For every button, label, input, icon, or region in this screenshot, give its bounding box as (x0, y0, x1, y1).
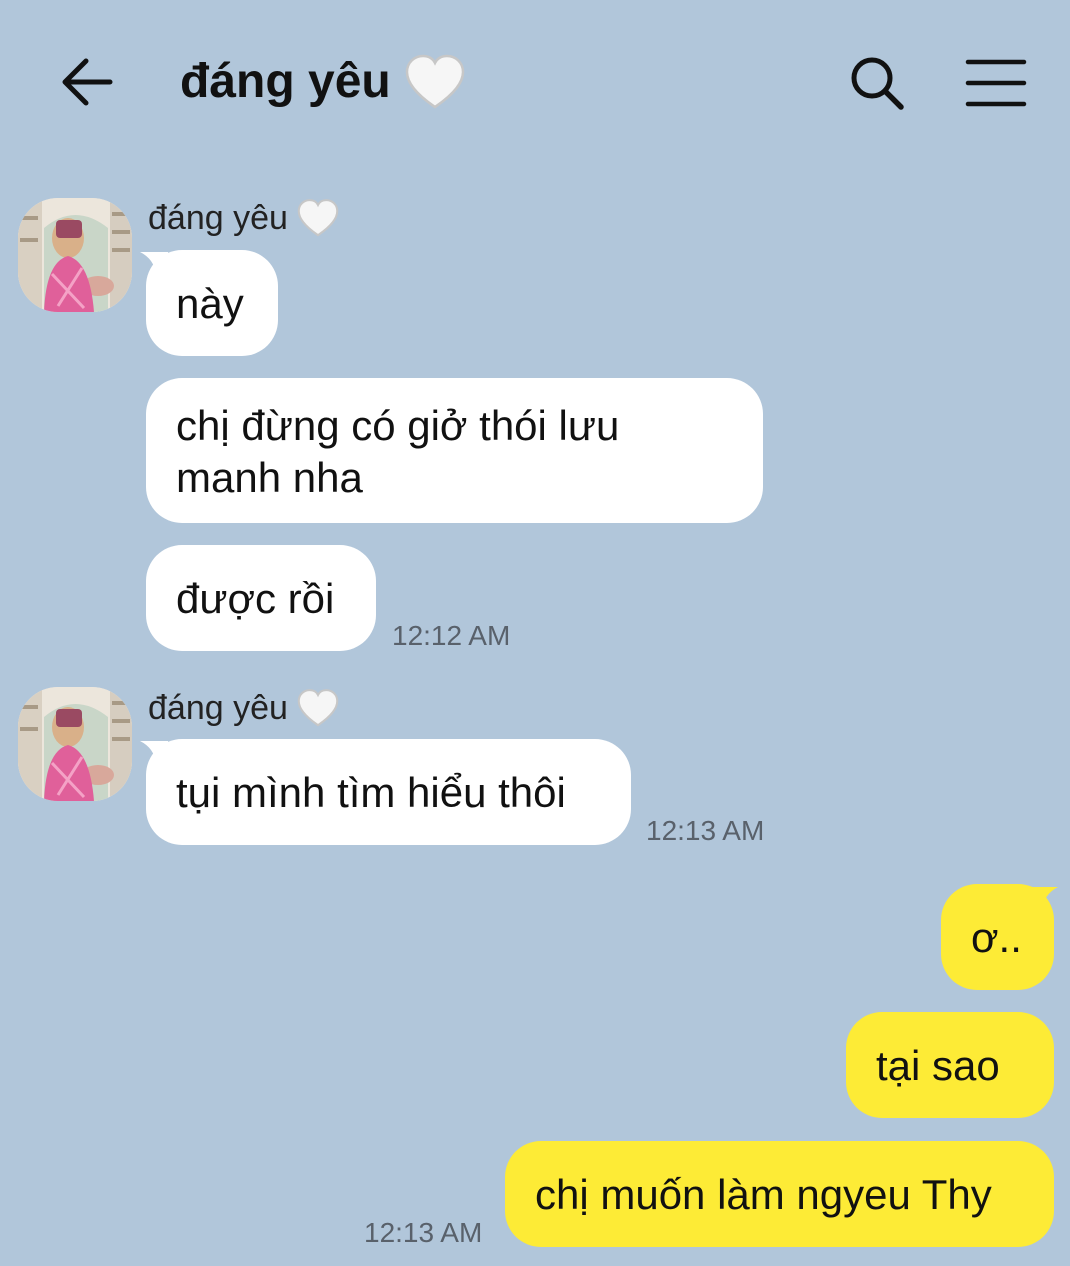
message-bubble-incoming[interactable]: này (146, 250, 278, 356)
message-bubble-outgoing[interactable]: ơ.. (941, 884, 1054, 990)
sender-name-text: đáng yêu (148, 198, 288, 237)
contact-avatar[interactable] (18, 198, 132, 312)
message-text: tại sao (876, 1042, 1000, 1089)
message-bubble-outgoing[interactable]: tại sao (846, 1012, 1054, 1118)
chat-title-text: đáng yêu (180, 55, 391, 108)
message-text: được rồi (176, 575, 335, 622)
chat-header: đáng yêu (0, 0, 1070, 170)
message-bubble-incoming[interactable]: chị đừng có giở thói lưu manh nha (146, 378, 763, 523)
message-text: chị đừng có giở thói lưu manh nha (176, 402, 620, 501)
message-timestamp: 12:12 AM (392, 620, 511, 651)
message-text: chị muốn làm ngyeu Thy (535, 1171, 992, 1218)
message-text: này (176, 280, 244, 327)
avatar-image (18, 687, 132, 801)
contact-avatar[interactable] (18, 687, 132, 801)
back-arrow-icon (62, 58, 113, 106)
message-bubble-incoming[interactable]: được rồi (146, 545, 376, 651)
white-heart-icon (405, 54, 464, 109)
search-button[interactable] (848, 54, 906, 112)
search-icon (851, 57, 904, 110)
sender-name-text: đáng yêu (148, 688, 288, 727)
white-heart-icon (297, 199, 339, 237)
message-bubble-outgoing[interactable]: chị muốn làm ngyeu Thy (505, 1141, 1054, 1247)
white-heart-icon (297, 689, 339, 727)
message-text: ơ.. (971, 914, 1022, 961)
menu-button[interactable] (965, 58, 1027, 108)
sender-name: đáng yêu (148, 688, 340, 728)
sender-name: đáng yêu (148, 198, 340, 238)
avatar-image (18, 198, 132, 312)
chat-title: đáng yêu (180, 52, 467, 112)
message-timestamp: 12:13 AM (364, 1217, 483, 1248)
message-bubble-incoming[interactable]: tụi mình tìm hiểu thôi (146, 739, 631, 845)
back-button[interactable] (58, 55, 116, 109)
message-text: tụi mình tìm hiểu thôi (176, 769, 566, 816)
menu-icon (965, 59, 1027, 107)
message-timestamp: 12:13 AM (646, 815, 765, 846)
